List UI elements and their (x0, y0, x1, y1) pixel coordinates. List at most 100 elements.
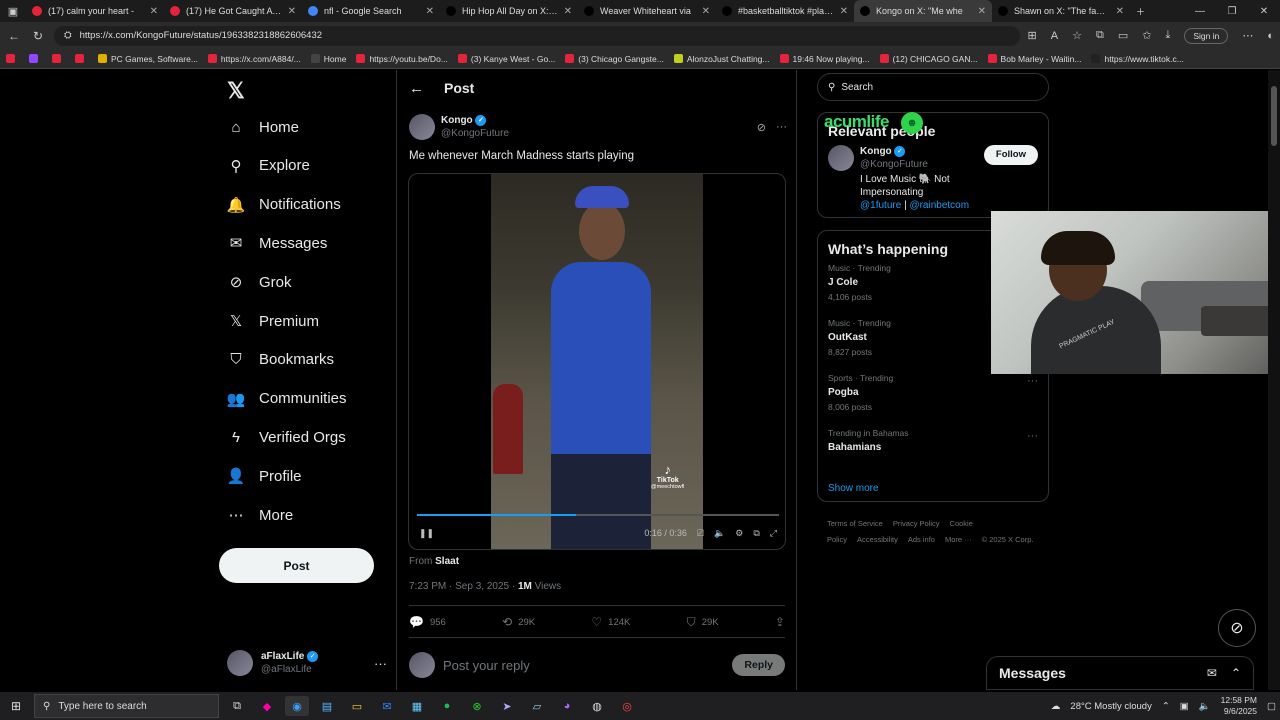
video-frame[interactable]: ♪ TikTok @meechtowfl (491, 174, 703, 549)
share-button[interactable]: ⇪ (775, 614, 785, 630)
taskbar-search-input[interactable]: ⚲ Type here to search (34, 694, 219, 718)
close-window-icon[interactable]: ✕ (1248, 6, 1280, 17)
favorites-icon[interactable]: ✩ (1142, 29, 1151, 42)
tab-3[interactable]: Hip Hop All Day on X: "You ✕ (440, 0, 578, 22)
x-logo-icon[interactable]: 𝕏 (227, 78, 245, 104)
nav-item-explore[interactable]: ⚲ Explore (227, 157, 310, 175)
scrollbar-thumb[interactable] (1271, 86, 1277, 146)
footer-link[interactable]: Terms of Service (827, 519, 883, 528)
bookmark-item[interactable]: https://x.com/A884/... (207, 54, 301, 64)
repost-button[interactable]: ⟲ 29K (502, 614, 535, 630)
close-tab-icon[interactable]: ✕ (426, 6, 434, 17)
more-options-icon[interactable]: ··· (776, 121, 787, 134)
app-icon[interactable]: ◍ (585, 696, 609, 716)
edge-icon[interactable]: ◉ (285, 696, 309, 716)
more-options-icon[interactable]: ··· (374, 656, 387, 671)
tab-6[interactable]: Kongo on X: "Me whe ✕ (854, 0, 992, 22)
bookmark-item[interactable]: (12) CHICAGO GAN... (879, 54, 978, 64)
file-explorer-icon[interactable]: ▭ (345, 696, 369, 716)
video-player[interactable]: ♪ TikTok @meechtowfl ❚❚ 0:16 / 0:36 ⎚ 🔈 … (408, 173, 786, 550)
tab-2[interactable]: nfl - Google Search ✕ (302, 0, 440, 22)
bookmark-item[interactable] (75, 54, 88, 63)
store-icon[interactable]: ▤ (315, 696, 339, 716)
downloads-icon[interactable]: ⤓ (1165, 29, 1170, 42)
tab-5[interactable]: #basketballtiktok #plaqueb ✕ (716, 0, 854, 22)
outlook-icon[interactable]: ✉ (375, 696, 399, 716)
xbox-icon[interactable]: ⊗ (465, 696, 489, 716)
network-icon[interactable]: ▣ (1180, 701, 1189, 712)
discord-icon[interactable]: ◕ (555, 696, 579, 716)
maximize-icon[interactable]: ❐ (1216, 6, 1248, 17)
nav-item-home[interactable]: ⌂ Home (227, 118, 299, 136)
tray-overflow-icon[interactable]: ⌃ (1162, 701, 1170, 712)
volume-icon[interactable]: 🔈 (714, 528, 725, 539)
account-switcher[interactable]: aFlaxLife ✓ @aFlaxLife ··· (227, 648, 387, 678)
bookmark-item[interactable]: Home (310, 54, 346, 64)
like-button[interactable]: ♡ 124K (591, 614, 630, 630)
windows-start-icon[interactable]: ⊞ (4, 699, 28, 713)
bookmark-button[interactable]: ⛉ 29K (687, 614, 719, 630)
bio-link[interactable]: @1future (860, 200, 901, 211)
person-name[interactable]: Kongo (860, 146, 892, 157)
footer-link[interactable]: Ads info (908, 535, 935, 544)
spotify-icon[interactable]: ● (435, 696, 459, 716)
captions-icon[interactable]: ⎚ (697, 528, 704, 539)
post-timestamp[interactable]: 7:23 PM · Sep 3, 2025 · (409, 581, 518, 592)
refresh-icon[interactable]: ↻ (30, 29, 46, 43)
apps-icon[interactable]: ⊞ (1028, 29, 1037, 42)
show-more-link[interactable]: Show more (818, 483, 1048, 494)
tab-1[interactable]: (17) He Got Caught A 2ND ✕ (164, 0, 302, 22)
bookmark-item[interactable]: (3) Chicago Gangste... (565, 54, 664, 64)
avatar[interactable] (828, 145, 854, 171)
reply-input[interactable]: Post your reply (443, 658, 530, 673)
expand-icon[interactable]: ⌃ (1231, 666, 1241, 680)
bookmark-item[interactable] (29, 54, 42, 63)
bookmark-item[interactable] (52, 54, 65, 63)
trend-item[interactable]: Trending in Bahamas Bahamians ··· (818, 428, 1048, 483)
grok-analyze-icon[interactable]: ⊘ (757, 121, 766, 134)
nav-item-premium[interactable]: 𝕏 Premium (227, 312, 319, 331)
post-button[interactable]: Post (219, 548, 374, 583)
weather-icon[interactable]: ☁ (1051, 701, 1061, 712)
reply-button[interactable]: 💬 956 (409, 614, 446, 630)
favorite-star-icon[interactable]: ☆ (1072, 29, 1082, 42)
page-scrollbar[interactable] (1268, 70, 1280, 690)
close-tab-icon[interactable]: ✕ (1116, 6, 1124, 17)
url-field[interactable]: ⛭ https://x.com/KongoFuture/status/19633… (54, 25, 1020, 46)
from-source-link[interactable]: Slaat (435, 556, 459, 567)
new-tab-button[interactable]: ＋ (1130, 0, 1154, 22)
back-arrow-icon[interactable]: ← (409, 80, 424, 97)
back-icon[interactable]: ← (6, 29, 22, 43)
reply-submit-button[interactable]: Reply (732, 654, 785, 676)
bookmark-item[interactable]: PC Games, Software... (98, 54, 198, 64)
photos-icon[interactable]: ▦ (405, 696, 429, 716)
bookmark-item[interactable]: (3) Kanye West - Go... (457, 54, 555, 64)
bio-link[interactable]: @rainbetcom (909, 200, 969, 211)
settings-gear-icon[interactable]: ⚙ (735, 528, 743, 539)
author-name[interactable]: Kongo (441, 116, 473, 127)
tab-0[interactable]: (17) calm your heart - ✕ (26, 0, 164, 22)
nav-item-messages[interactable]: ✉ Messages (227, 234, 328, 253)
footer-link[interactable]: Privacy Policy (893, 519, 940, 528)
nav-item-bookmarks[interactable]: ⛉ Bookmarks (227, 351, 334, 369)
new-message-icon[interactable]: ✉ (1207, 666, 1217, 680)
messages-dock[interactable]: Messages ✉ ⌃ (986, 656, 1254, 690)
task-view-icon[interactable]: ⧉ (225, 696, 249, 716)
more-options-icon[interactable]: ··· (1027, 430, 1038, 442)
extensions-icon[interactable]: ⧉ (1096, 29, 1104, 42)
notifications-icon[interactable]: ▢ (1267, 701, 1276, 712)
trend-item[interactable]: Sports · Trending Pogba 8,006 posts ··· (818, 373, 1048, 428)
bookmark-item[interactable]: https://youtu.be/Do... (356, 54, 448, 64)
tab-4[interactable]: Weaver Whiteheart via ✕ (578, 0, 716, 22)
window-menu-icon[interactable]: ▣ (0, 0, 26, 22)
close-tab-icon[interactable]: ✕ (150, 6, 158, 17)
nav-item-notifications[interactable]: 🔔 Notifications (227, 196, 341, 214)
tab-7[interactable]: Shawn on X: "The fact nigg ✕ (992, 0, 1130, 22)
bookmark-item[interactable]: Bob Marley - Waitin... (987, 54, 1081, 64)
close-tab-icon[interactable]: ✕ (978, 6, 986, 17)
nav-item-profile[interactable]: 👤 Profile (227, 467, 302, 486)
read-aloud-icon[interactable]: A (1051, 30, 1058, 42)
weather-text[interactable]: 28°C Mostly cloudy (1070, 701, 1151, 712)
person-item[interactable]: Kongo ✓ @KongoFuture I Love Music 🐘 Not … (818, 145, 1048, 212)
grok-fab-icon[interactable]: ⊘ (1218, 609, 1256, 647)
